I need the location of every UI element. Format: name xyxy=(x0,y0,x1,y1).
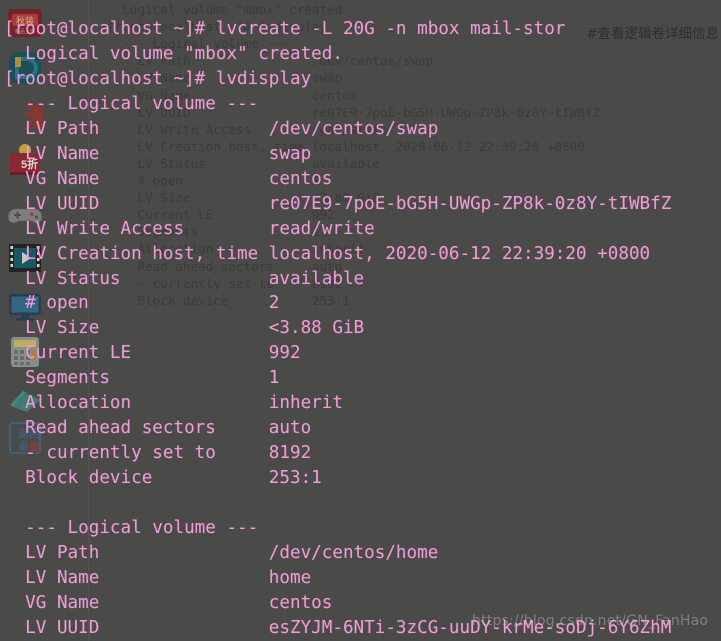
terminal-output-line: LV Name swap xyxy=(4,143,312,164)
terminal-output-line: VG Name centos xyxy=(4,592,333,613)
terminal-output-line: LV Creation host, time localhost, 2020-0… xyxy=(4,243,651,264)
terminal-output-line: --- Logical volume --- xyxy=(4,518,259,538)
terminal-output-line: Logical volume "mbox" created. xyxy=(4,43,343,64)
terminal-output-line: --- Logical volume --- xyxy=(4,93,259,114)
csdn-watermark: https://blog.csdn.net/GN_FanHao xyxy=(472,613,709,629)
terminal-output-line: Block device 253:1 xyxy=(4,468,322,489)
terminal-output-line: - currently set to 8192 xyxy=(4,443,312,464)
terminal-output-text: [root@localhost ~]# lvcreate -L 20G -n m… xyxy=(0,0,721,641)
annotation-comment: #查看逻辑卷详细信息 xyxy=(586,26,719,42)
terminal-output-line: LV Status available xyxy=(4,268,365,289)
terminal-output-line: [root@localhost ~]# lvdisplay xyxy=(4,68,312,89)
terminal-output-line: LV UUID re07E9-7poE-bG5H-UWGp-ZP8k-0z8Y-… xyxy=(4,193,672,214)
terminal-output-line: LV Path /dev/centos/home xyxy=(4,542,439,563)
terminal-output-line: [root@localhost ~]# lvcreate -L 20G -n m… xyxy=(4,19,566,39)
terminal-output-line: LV Size <3.88 GiB xyxy=(4,318,365,339)
terminal-output-line: Segments 1 xyxy=(4,368,280,389)
terminal-output-line: Current LE 992 xyxy=(4,343,301,364)
terminal-output-line: LV Write Access read/write xyxy=(4,218,375,239)
terminal-output-line: VG Name centos xyxy=(4,168,333,189)
terminal-output-line: Allocation inherit xyxy=(4,393,343,414)
terminal-window[interactable]: 秋装 新品上市淘 5折返回桌面 Logical volume "mbox" crea… xyxy=(0,0,721,641)
terminal-output-line: LV Name home xyxy=(4,567,312,588)
terminal-output-line: LV Path /dev/centos/swap xyxy=(4,118,439,139)
terminal-output-line: # open 2 xyxy=(4,293,280,314)
terminal-output-line: Read ahead sectors auto xyxy=(4,418,312,439)
